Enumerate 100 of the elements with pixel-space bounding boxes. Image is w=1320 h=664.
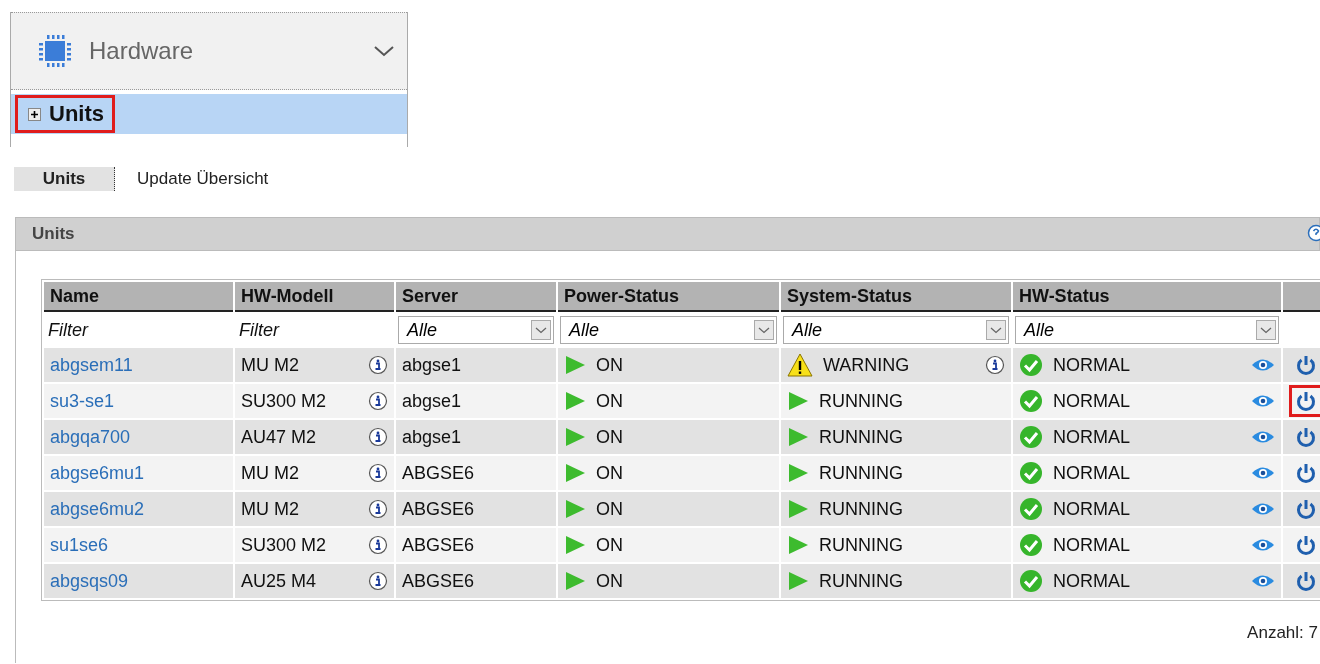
item-count: Anzahl: 7	[1246, 623, 1319, 643]
plus-icon[interactable]	[28, 107, 41, 121]
tab[interactable]: Units	[14, 167, 115, 191]
filter-dropdown[interactable]: Alle	[398, 316, 554, 344]
power-icon[interactable]	[1295, 462, 1317, 484]
power-icon[interactable]	[1295, 426, 1317, 448]
status-text: ON	[596, 426, 623, 448]
table-cell: AU25 M4	[241, 570, 317, 592]
play-icon	[564, 499, 586, 519]
status-text: NORMAL	[1053, 426, 1130, 448]
status-text: ON	[596, 354, 623, 376]
table-cell: MU M2	[241, 462, 299, 484]
power-icon[interactable]	[1295, 390, 1317, 412]
table-cell: abgse1	[402, 390, 462, 411]
status-text: NORMAL	[1053, 570, 1130, 592]
table-cell: abgse1	[402, 354, 462, 375]
warning-icon	[787, 353, 813, 377]
column-header[interactable]: Power-Status	[558, 282, 779, 312]
table-cell: SU300 M2	[241, 534, 327, 556]
status-text: RUNNING	[819, 570, 903, 592]
status-text: NORMAL	[1053, 498, 1130, 520]
column-header[interactable]: HW-Modell	[235, 282, 394, 312]
play-icon	[787, 427, 809, 447]
chevron-down-icon	[754, 320, 774, 340]
eye-icon[interactable]	[1251, 393, 1275, 409]
info-icon[interactable]	[368, 463, 388, 483]
eye-icon[interactable]	[1251, 429, 1275, 445]
tree-item-label: Units	[49, 101, 104, 127]
status-text: RUNNING	[819, 498, 903, 520]
info-icon[interactable]	[368, 391, 388, 411]
check-circle-icon	[1019, 461, 1043, 485]
check-circle-icon	[1019, 353, 1043, 377]
table-cell: ABGSE6	[402, 462, 475, 483]
filter-dropdown[interactable]: Alle	[560, 316, 777, 344]
table-cell: AU47 M2	[241, 426, 317, 448]
info-icon[interactable]	[368, 535, 388, 555]
status-text: ON	[596, 462, 623, 484]
check-circle-icon	[1019, 569, 1043, 593]
tree-header[interactable]: Hardware	[11, 12, 407, 90]
column-header[interactable]: Server	[396, 282, 556, 312]
play-icon	[787, 535, 809, 555]
check-circle-icon	[1019, 425, 1043, 449]
table-cell: MU M2	[241, 354, 299, 376]
status-text: ON	[596, 570, 623, 592]
play-icon	[564, 355, 586, 375]
filter-dropdown[interactable]: Alle	[1015, 316, 1279, 344]
status-text: RUNNING	[819, 462, 903, 484]
play-icon	[564, 535, 586, 555]
column-header	[1283, 282, 1320, 312]
power-icon[interactable]	[1295, 354, 1317, 376]
play-icon	[787, 499, 809, 519]
tab[interactable]: Update Übersicht	[137, 167, 269, 191]
status-text: RUNNING	[819, 390, 903, 412]
eye-icon[interactable]	[1251, 537, 1275, 553]
play-icon	[564, 427, 586, 447]
check-circle-icon	[1019, 497, 1043, 521]
column-header[interactable]: System-Status	[781, 282, 1011, 312]
column-header[interactable]: Name	[44, 282, 233, 312]
help-icon[interactable]	[1307, 224, 1320, 242]
check-circle-icon	[1019, 533, 1043, 557]
play-icon	[564, 391, 586, 411]
eye-icon[interactable]	[1251, 357, 1275, 373]
play-icon	[564, 571, 586, 591]
chevron-down-icon	[531, 320, 551, 340]
table-cell: ABGSE6	[402, 498, 475, 519]
status-text: ON	[596, 390, 623, 412]
info-icon[interactable]	[368, 355, 388, 375]
power-icon[interactable]	[1295, 534, 1317, 556]
status-text: RUNNING	[819, 426, 903, 448]
play-icon	[564, 463, 586, 483]
table-cell: SU300 M2	[241, 390, 327, 412]
eye-icon[interactable]	[1251, 465, 1275, 481]
status-text: NORMAL	[1053, 462, 1130, 484]
column-header[interactable]: HW-Status	[1013, 282, 1281, 312]
check-circle-icon	[1019, 389, 1043, 413]
info-icon[interactable]	[368, 571, 388, 591]
unit-link[interactable]: su1se6	[50, 534, 109, 555]
status-text: NORMAL	[1053, 534, 1130, 556]
chevron-down-icon	[986, 320, 1006, 340]
info-icon[interactable]	[368, 427, 388, 447]
power-icon[interactable]	[1295, 570, 1317, 592]
info-icon[interactable]	[368, 499, 388, 519]
status-text: WARNING	[823, 354, 910, 376]
filter-dropdown[interactable]: Alle	[783, 316, 1009, 344]
table-cell: ABGSE6	[402, 534, 475, 555]
status-text: NORMAL	[1053, 390, 1130, 412]
tree-row[interactable]: Units	[11, 94, 407, 134]
chevron-down-icon[interactable]	[373, 44, 395, 58]
play-icon	[787, 463, 809, 483]
table-cell: MU M2	[241, 498, 299, 520]
status-text: ON	[596, 534, 623, 556]
play-icon	[787, 571, 809, 591]
status-text: RUNNING	[819, 534, 903, 556]
table-cell: ABGSE6	[402, 570, 475, 591]
eye-icon[interactable]	[1251, 573, 1275, 589]
status-text: NORMAL	[1053, 354, 1130, 376]
info-icon[interactable]	[985, 355, 1005, 375]
power-icon[interactable]	[1295, 498, 1317, 520]
table-cell: abgse1	[402, 426, 462, 447]
eye-icon[interactable]	[1251, 501, 1275, 517]
